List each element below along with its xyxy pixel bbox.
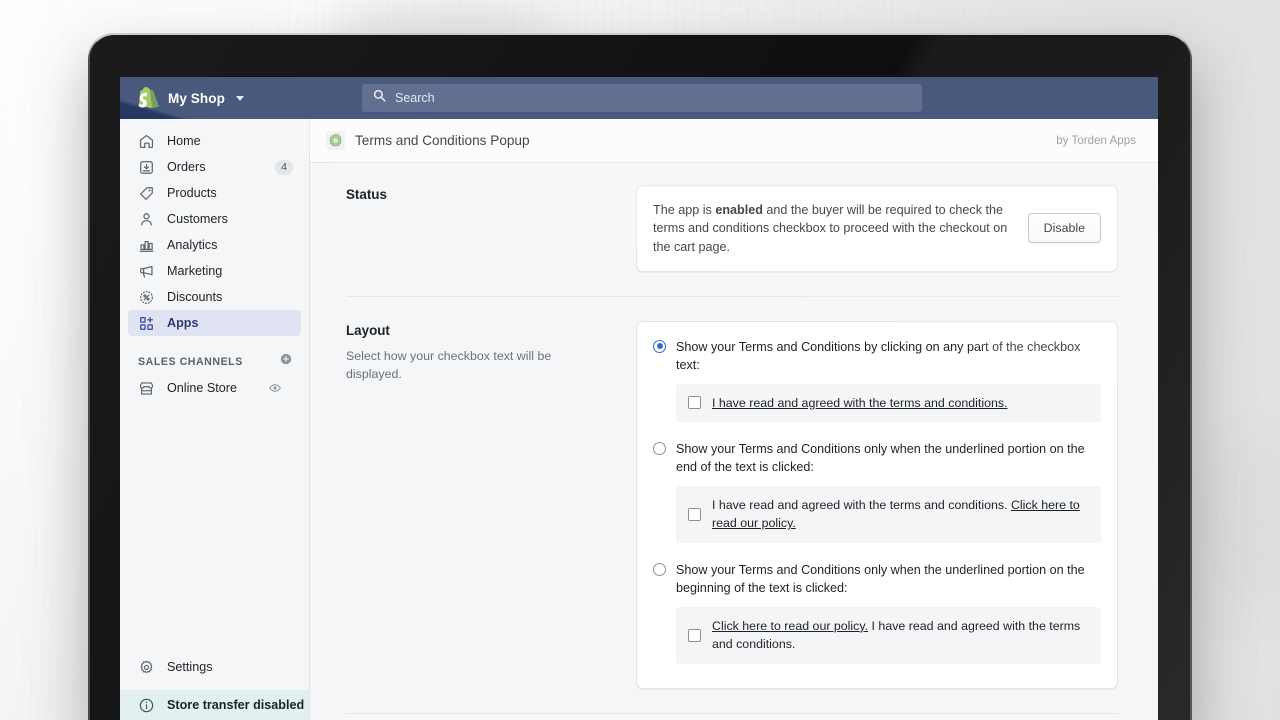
layout-option-2-head[interactable]: Show your Terms and Conditions only when… <box>653 440 1101 477</box>
sidebar-bottom: Settings Store transfer disabled <box>120 654 309 720</box>
home-icon <box>138 133 155 150</box>
layout-option-1-radio[interactable] <box>653 340 666 353</box>
plus-circle-icon[interactable] <box>279 352 293 371</box>
settings-body: Status The app is enabled and the buyer … <box>310 163 1158 720</box>
layout-option-2-radio[interactable] <box>653 442 666 455</box>
preview-checkbox[interactable] <box>688 629 701 642</box>
sidebar-item-label: Store transfer disabled <box>167 698 304 712</box>
status-text-bold: enabled <box>715 203 763 217</box>
layout-title: Layout <box>346 323 608 338</box>
shop-switcher[interactable]: My Shop <box>120 87 346 110</box>
layout-option-3: Show your Terms and Conditions only when… <box>653 561 1101 664</box>
layout-option-1-preview: I have read and agreed with the terms an… <box>676 384 1101 423</box>
desk-smudge <box>1190 430 1280 610</box>
sidebar-item-label: Products <box>167 186 217 200</box>
sidebar-item-online-store[interactable]: Online Store <box>128 375 301 401</box>
preview-text: Click here to read our policy. I have re… <box>712 617 1089 654</box>
shopify-bag-icon <box>138 87 159 110</box>
sidebar-item-store-transfer[interactable]: Store transfer disabled <box>120 690 309 720</box>
storefront-icon <box>138 380 155 397</box>
sidebar-item-analytics[interactable]: Analytics <box>128 232 301 258</box>
page-title: Terms and Conditions Popup <box>355 133 530 148</box>
layout-section-left: Layout Select how your checkbox text wil… <box>346 321 608 689</box>
person-icon <box>138 211 155 228</box>
layout-option-1: Show your Terms and Conditions by clicki… <box>653 338 1101 422</box>
app-byline: by Torden Apps <box>1056 134 1136 147</box>
layout-section: Layout Select how your checkbox text wil… <box>346 321 1118 689</box>
sidebar-item-label: Orders <box>167 160 206 174</box>
sidebar-item-label: Analytics <box>167 238 217 252</box>
status-card: The app is enabled and the buyer will be… <box>636 185 1118 272</box>
app-green-gear-icon <box>326 131 345 150</box>
sidebar-item-settings[interactable]: Settings <box>128 654 301 680</box>
sales-channels-header: SALES CHANNELS <box>138 352 293 371</box>
status-text-part1: The app is <box>653 203 715 217</box>
sidebar-item-label: Apps <box>167 316 198 330</box>
layout-description: Select how your checkbox text will be di… <box>346 348 608 384</box>
divider <box>346 296 1118 297</box>
main-content: Terms and Conditions Popup by Torden App… <box>310 119 1158 720</box>
layout-section-right: Show your Terms and Conditions by clicki… <box>636 321 1118 689</box>
sidebar-nav: Home Orders 4 <box>120 119 309 401</box>
sidebar-item-discounts[interactable]: Discounts <box>128 284 301 310</box>
preview-text: I have read and agreed with the terms an… <box>712 394 1008 413</box>
preview-underlined[interactable]: Click here to read our policy. <box>712 619 868 633</box>
preview-text: I have read and agreed with the terms an… <box>712 496 1089 533</box>
status-section-left: Status <box>346 185 608 272</box>
sidebar-item-label: Customers <box>167 212 228 226</box>
search-icon <box>373 89 386 107</box>
orders-inbox-icon <box>138 159 155 176</box>
layout-option-2-preview: I have read and agreed with the terms an… <box>676 486 1101 543</box>
sidebar-item-apps[interactable]: Apps <box>128 310 301 336</box>
app-header: Terms and Conditions Popup by Torden App… <box>310 119 1158 163</box>
status-title: Status <box>346 187 608 202</box>
layout-option-1-label: Show your Terms and Conditions by clicki… <box>676 338 1101 375</box>
sidebar-item-customers[interactable]: Customers <box>128 206 301 232</box>
status-section: Status The app is enabled and the buyer … <box>346 185 1118 272</box>
search-input[interactable]: Search <box>362 84 922 112</box>
sidebar-item-marketing[interactable]: Marketing <box>128 258 301 284</box>
preview-checkbox[interactable] <box>688 396 701 409</box>
preview-checkbox[interactable] <box>688 508 701 521</box>
screen: My Shop Search <box>120 77 1158 720</box>
disable-button[interactable]: Disable <box>1028 213 1101 243</box>
discount-badge-icon <box>138 289 155 306</box>
sidebar-item-home[interactable]: Home <box>128 128 301 154</box>
apps-grid-plus-icon <box>138 315 155 332</box>
sidebar-item-label: Settings <box>167 660 213 674</box>
layout-option-2-label: Show your Terms and Conditions only when… <box>676 440 1101 477</box>
sidebar-item-label: Online Store <box>167 381 237 395</box>
top-bar: My Shop Search <box>120 77 1158 119</box>
sidebar-item-label: Home <box>167 134 201 148</box>
status-section-right: The app is enabled and the buyer will be… <box>636 185 1118 272</box>
layout-card: Show your Terms and Conditions by clicki… <box>636 321 1118 689</box>
layout-option-2: Show your Terms and Conditions only when… <box>653 440 1101 543</box>
sidebar-item-label: Marketing <box>167 264 222 278</box>
layout-option-3-label: Show your Terms and Conditions only when… <box>676 561 1101 598</box>
layout-option-3-head[interactable]: Show your Terms and Conditions only when… <box>653 561 1101 598</box>
gear-icon <box>138 659 155 676</box>
layout-option-3-radio[interactable] <box>653 563 666 576</box>
search-placeholder: Search <box>395 91 435 105</box>
megaphone-icon <box>138 263 155 280</box>
chevron-down-icon[interactable] <box>236 96 244 101</box>
layout-option-3-preview: Click here to read our policy. I have re… <box>676 607 1101 664</box>
sidebar-item-label: Discounts <box>167 290 222 304</box>
status-text: The app is enabled and the buyer will be… <box>653 201 1014 256</box>
sidebar-item-products[interactable]: Products <box>128 180 301 206</box>
tag-icon <box>138 185 155 202</box>
info-circle-icon <box>138 697 155 714</box>
bar-chart-icon <box>138 237 155 254</box>
orders-badge: 4 <box>275 160 293 175</box>
shop-name: My Shop <box>168 91 225 106</box>
divider <box>346 713 1118 714</box>
preview-underlined[interactable]: I have read and agreed with the terms an… <box>712 396 1008 410</box>
eye-icon[interactable] <box>263 381 287 396</box>
sales-channels-title: SALES CHANNELS <box>138 356 243 368</box>
sidebar: Home Orders 4 <box>120 119 310 720</box>
layout-option-1-head[interactable]: Show your Terms and Conditions by clicki… <box>653 338 1101 375</box>
scene: My Shop Search <box>0 0 1280 720</box>
sidebar-item-orders[interactable]: Orders 4 <box>128 154 301 180</box>
preview-plain-before: I have read and agreed with the terms an… <box>712 498 1011 512</box>
